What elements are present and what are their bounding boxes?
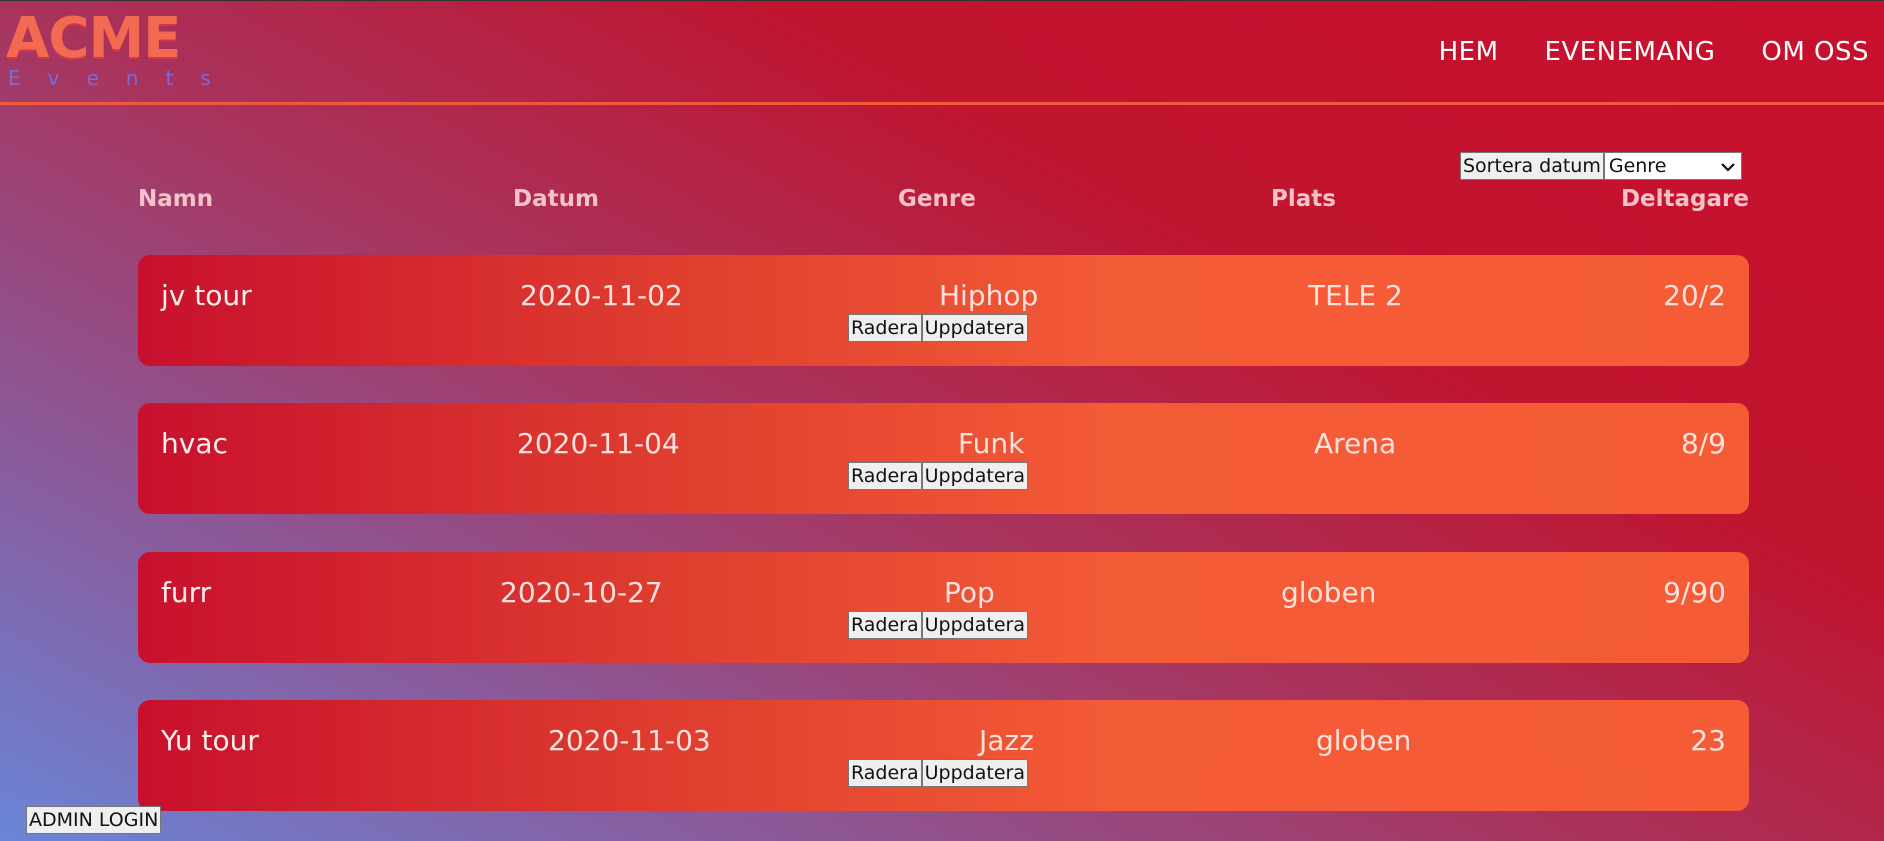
event-genre: Pop bbox=[944, 576, 995, 609]
sort-controls: Sortera datum Genre bbox=[1460, 152, 1742, 180]
event-row: furr 2020-10-27 Pop globen 9/90 Radera U… bbox=[138, 552, 1749, 663]
event-date: 2020-11-03 bbox=[548, 724, 711, 757]
update-button[interactable]: Uppdatera bbox=[921, 462, 1028, 490]
nav-events-link[interactable]: EVENEMANG bbox=[1545, 37, 1716, 67]
event-place: globen bbox=[1316, 724, 1412, 757]
delete-button[interactable]: Radera bbox=[848, 611, 922, 639]
chevron-down-icon bbox=[1721, 155, 1735, 177]
event-row: jv tour 2020-11-02 Hiphop TELE 2 20/2 Ra… bbox=[138, 255, 1749, 366]
row-actions: Radera Uppdatera bbox=[848, 611, 1028, 639]
event-genre: Hiphop bbox=[939, 279, 1039, 312]
delete-button[interactable]: Radera bbox=[848, 462, 922, 490]
event-name: hvac bbox=[161, 427, 228, 460]
genre-select-value: Genre bbox=[1608, 155, 1667, 177]
table-header: Namn Datum Genre Plats Deltagare bbox=[138, 186, 1749, 216]
event-participants: 20/2 bbox=[1663, 279, 1726, 312]
event-participants: 8/9 bbox=[1680, 427, 1726, 460]
event-name: jv tour bbox=[161, 279, 252, 312]
admin-login-button[interactable]: ADMIN LOGIN bbox=[26, 806, 162, 834]
header-participants: Deltagare bbox=[1620, 186, 1749, 212]
logo-subtitle: Events bbox=[8, 66, 238, 90]
event-name: Yu tour bbox=[161, 724, 259, 757]
event-date: 2020-10-27 bbox=[500, 576, 663, 609]
row-actions: Radera Uppdatera bbox=[848, 462, 1028, 490]
header: ACME Events HEM EVENEMANG OM OSS bbox=[0, 0, 1884, 105]
event-genre: Jazz bbox=[979, 724, 1034, 757]
genre-select[interactable]: Genre bbox=[1603, 152, 1742, 180]
event-name: furr bbox=[161, 576, 212, 609]
event-place: globen bbox=[1281, 576, 1377, 609]
header-name: Namn bbox=[138, 186, 214, 212]
event-row: Yu tour 2020-11-03 Jazz globen 23 Radera… bbox=[138, 700, 1749, 811]
update-button[interactable]: Uppdatera bbox=[921, 611, 1028, 639]
event-participants: 23 bbox=[1690, 724, 1726, 757]
nav-about-link[interactable]: OM OSS bbox=[1761, 37, 1869, 67]
delete-button[interactable]: Radera bbox=[848, 759, 922, 787]
event-date: 2020-11-02 bbox=[520, 279, 683, 312]
delete-button[interactable]: Radera bbox=[848, 314, 922, 342]
acme-events-logo[interactable]: ACME Events bbox=[6, 6, 238, 96]
update-button[interactable]: Uppdatera bbox=[921, 759, 1028, 787]
event-date: 2020-11-04 bbox=[517, 427, 680, 460]
header-genre: Genre bbox=[898, 186, 976, 212]
event-place: Arena bbox=[1314, 427, 1397, 460]
event-participants: 9/90 bbox=[1663, 576, 1726, 609]
nav-home-link[interactable]: HEM bbox=[1439, 37, 1499, 67]
update-button[interactable]: Uppdatera bbox=[921, 314, 1028, 342]
event-place: TELE 2 bbox=[1308, 279, 1403, 312]
main-nav: HEM EVENEMANG OM OSS bbox=[1439, 37, 1869, 67]
event-row: hvac 2020-11-04 Funk Arena 8/9 Radera Up… bbox=[138, 403, 1749, 514]
logo-title: ACME bbox=[6, 6, 181, 71]
row-actions: Radera Uppdatera bbox=[848, 759, 1028, 787]
header-date: Datum bbox=[513, 186, 599, 212]
row-actions: Radera Uppdatera bbox=[848, 314, 1028, 342]
sort-date-button[interactable]: Sortera datum bbox=[1460, 152, 1604, 180]
header-place: Plats bbox=[1271, 186, 1336, 212]
event-genre: Funk bbox=[958, 427, 1025, 460]
